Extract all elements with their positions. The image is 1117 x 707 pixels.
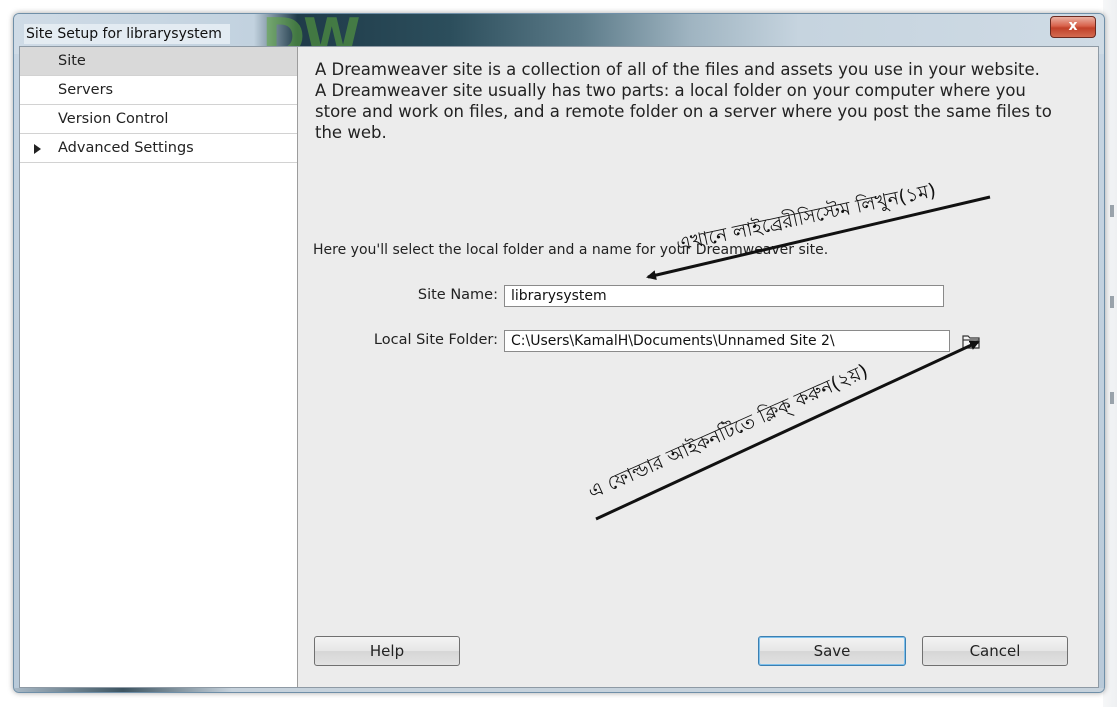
annotation-layer: এখানে লাইব্রেরীসিস্টেম লিখুন(১ম) এ ফোল্ড… — [585, 178, 991, 521]
annotation-arrow-2 — [595, 340, 980, 521]
annotation-step-2: এ ফোল্ডার আইকনটিতে ক্লিক্ করুন(২য়) — [585, 359, 872, 504]
